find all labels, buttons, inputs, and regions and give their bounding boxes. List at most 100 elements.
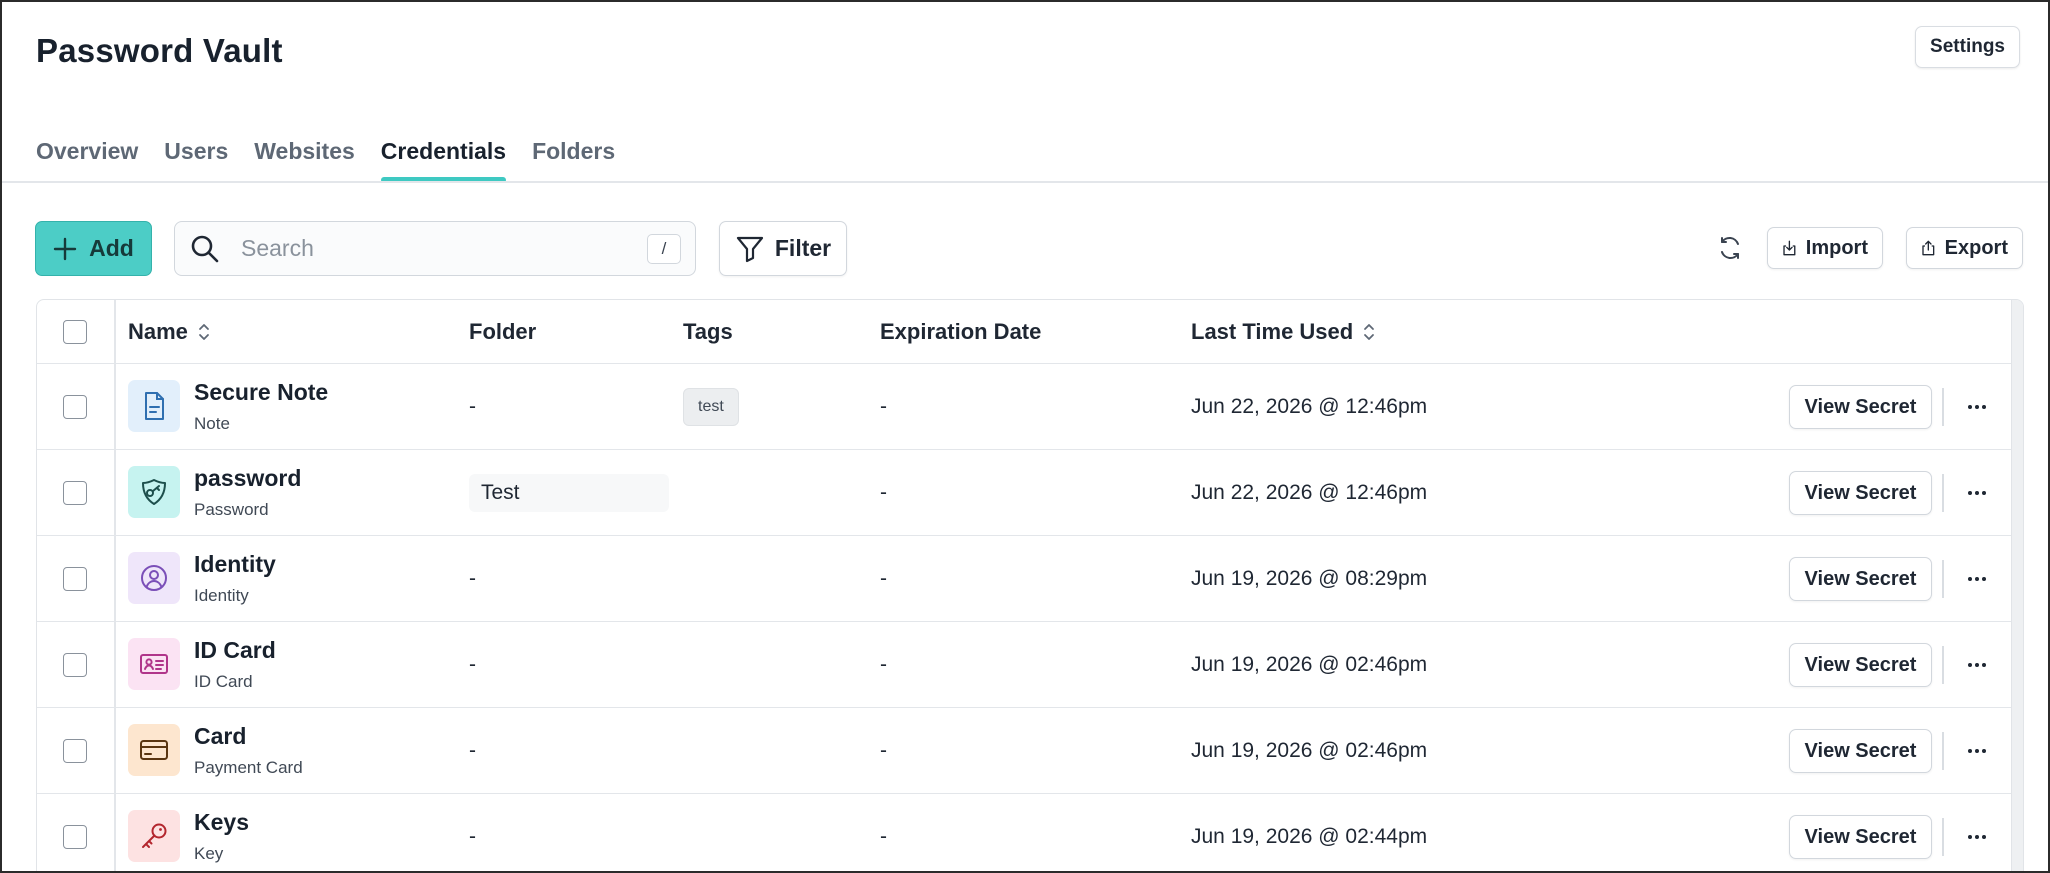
action-divider (1942, 560, 1944, 598)
view-secret-button[interactable]: View Secret (1789, 471, 1932, 515)
expiration-cell: - (880, 395, 887, 418)
item-type: Key (194, 844, 224, 863)
more-horizontal-icon (1968, 663, 1986, 667)
password-icon (128, 466, 180, 518)
action-divider (1942, 388, 1944, 426)
more-options-button[interactable] (1957, 647, 1997, 683)
item-type: Payment Card (194, 758, 303, 777)
table-row[interactable]: Keys Key - - Jun 19, 2026 @ 02:44pm View… (37, 794, 2011, 871)
identity-icon (128, 552, 180, 604)
add-button-label: Add (89, 235, 134, 261)
tab-bar: Overview Users Websites Credentials Fold… (36, 130, 615, 183)
last-used-cell: Jun 22, 2026 @ 12:46pm (1191, 395, 1428, 418)
folder-cell: - (469, 825, 476, 848)
item-name[interactable]: ID Card (194, 637, 276, 664)
note-icon (128, 380, 180, 432)
refresh-icon (1721, 237, 1739, 259)
page-title: Password Vault (36, 32, 283, 69)
search-input[interactable] (241, 235, 647, 262)
item-name[interactable]: Keys (194, 809, 249, 836)
column-folder-label: Folder (469, 319, 537, 344)
item-name[interactable]: Card (194, 723, 246, 750)
last-used-cell: Jun 19, 2026 @ 02:44pm (1191, 825, 1428, 848)
table-row[interactable]: Identity Identity - - Jun 19, 2026 @ 08:… (37, 536, 2011, 622)
more-options-button[interactable] (1957, 561, 1997, 597)
column-header-folder: Folder (469, 300, 536, 364)
select-all-checkbox[interactable] (63, 320, 87, 344)
sort-icon (199, 324, 209, 340)
view-secret-button[interactable]: View Secret (1789, 385, 1932, 429)
column-tags-label: Tags (683, 319, 733, 344)
column-header-name[interactable]: Name (128, 300, 212, 364)
expiration-cell: - (880, 481, 887, 504)
more-options-button[interactable] (1957, 819, 1997, 855)
table-row[interactable]: Card Payment Card - - Jun 19, 2026 @ 02:… (37, 708, 2011, 794)
item-type: Note (194, 414, 230, 433)
tab-folders[interactable]: Folders (532, 130, 615, 182)
view-secret-button[interactable]: View Secret (1789, 557, 1932, 601)
refresh-button[interactable] (1714, 232, 1746, 264)
key-icon (128, 810, 180, 862)
action-divider (1942, 646, 1944, 684)
column-header-last-used[interactable]: Last Time Used (1191, 300, 1377, 364)
more-horizontal-icon (1968, 577, 1986, 581)
credentials-table: Name Folder Tags Expiration Date Last Ti… (36, 299, 2024, 871)
id-card-icon (128, 638, 180, 690)
export-icon (1922, 240, 1935, 256)
more-options-button[interactable] (1957, 389, 1997, 425)
row-checkbox[interactable] (63, 567, 87, 591)
row-checkbox[interactable] (63, 481, 87, 505)
tabs-divider (2, 181, 2048, 183)
table-scrollbar[interactable] (2011, 300, 2023, 871)
payment-card-icon (128, 724, 180, 776)
more-options-button[interactable] (1957, 733, 1997, 769)
filter-icon (736, 236, 763, 262)
folder-cell: - (469, 567, 476, 590)
import-button-label: Import (1805, 236, 1868, 259)
tab-websites[interactable]: Websites (254, 130, 355, 182)
table-row[interactable]: Secure Note Note - test - Jun 22, 2026 @… (37, 364, 2011, 450)
table-row[interactable]: ID Card ID Card - - Jun 19, 2026 @ 02:46… (37, 622, 2011, 708)
item-name[interactable]: password (194, 465, 301, 492)
view-secret-button[interactable]: View Secret (1789, 815, 1932, 859)
last-used-cell: Jun 22, 2026 @ 12:46pm (1191, 481, 1428, 504)
table-row[interactable]: password Password Test - Jun 22, 2026 @ … (37, 450, 2011, 536)
column-header-expiration: Expiration Date (880, 300, 1041, 364)
export-button-label: Export (1944, 236, 2008, 259)
more-horizontal-icon (1968, 835, 1986, 839)
more-options-button[interactable] (1957, 475, 1997, 511)
filter-button-label: Filter (774, 235, 832, 261)
row-checkbox[interactable] (63, 653, 87, 677)
item-name[interactable]: Identity (194, 551, 276, 578)
sort-icon (1364, 324, 1375, 340)
settings-button[interactable]: Settings (1915, 26, 2020, 68)
expiration-cell: - (880, 825, 887, 848)
add-button[interactable]: Add (35, 221, 152, 276)
import-icon (1783, 240, 1796, 256)
action-divider (1942, 474, 1944, 512)
tab-users[interactable]: Users (164, 130, 228, 182)
search-box[interactable]: / (174, 221, 696, 276)
export-button[interactable]: Export (1906, 227, 2023, 269)
item-type: ID Card (194, 672, 253, 691)
action-divider (1942, 818, 1944, 856)
tag-badge: test (683, 388, 739, 426)
more-horizontal-icon (1968, 491, 1986, 495)
expiration-cell: - (880, 739, 887, 762)
view-secret-button[interactable]: View Secret (1789, 643, 1932, 687)
plus-icon (53, 237, 77, 260)
expiration-cell: - (880, 653, 887, 676)
row-checkbox[interactable] (63, 739, 87, 763)
last-used-cell: Jun 19, 2026 @ 08:29pm (1191, 567, 1428, 590)
row-checkbox[interactable] (63, 825, 87, 849)
row-checkbox[interactable] (63, 395, 87, 419)
column-name-label: Name (128, 319, 188, 344)
tab-overview[interactable]: Overview (36, 130, 138, 182)
item-name[interactable]: Secure Note (194, 379, 328, 406)
view-secret-button[interactable]: View Secret (1789, 729, 1932, 773)
import-button[interactable]: Import (1767, 227, 1883, 269)
last-used-cell: Jun 19, 2026 @ 02:46pm (1191, 739, 1428, 762)
filter-button[interactable]: Filter (719, 221, 847, 276)
folder-cell: - (469, 653, 476, 676)
tab-credentials[interactable]: Credentials (380, 130, 507, 183)
